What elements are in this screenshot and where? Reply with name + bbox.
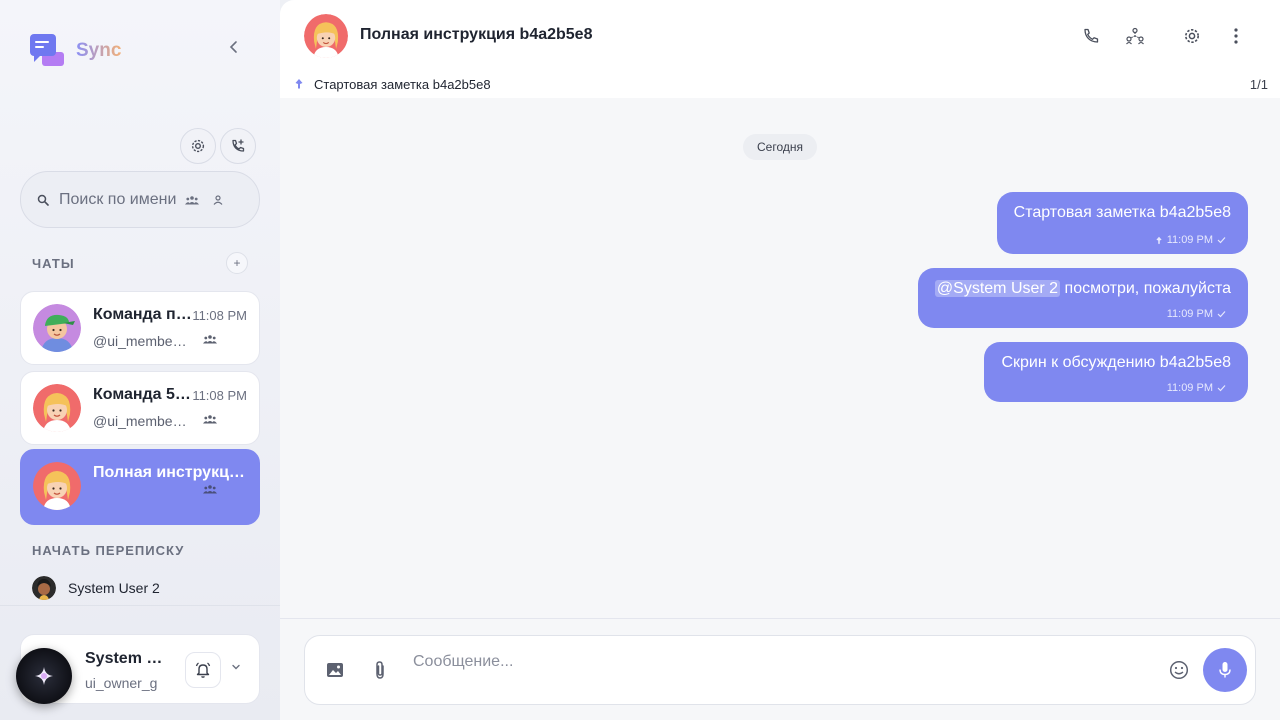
chevron-left-icon bbox=[229, 41, 237, 53]
pinned-message-bar[interactable]: Стартовая заметка b4a2b5e8 1/1 bbox=[280, 72, 1280, 98]
check-icon bbox=[1217, 237, 1226, 244]
assistant-orb-button[interactable] bbox=[16, 648, 72, 704]
chat-item[interactable]: Команда 5b4a2 11:08 PM @ui_member_b bbox=[20, 371, 260, 445]
check-icon bbox=[1217, 385, 1226, 392]
emoji-button[interactable] bbox=[1167, 658, 1191, 682]
profile-name: System User bbox=[85, 650, 173, 667]
start-user-item[interactable]: System User 2 bbox=[32, 576, 160, 600]
gear-icon bbox=[1185, 29, 1199, 43]
notifications-button[interactable] bbox=[185, 652, 221, 688]
message-text: @System User 2 посмотри, пожалуйста bbox=[934, 280, 1231, 298]
chat-time: 11:08 PM bbox=[192, 308, 247, 323]
message-list: Сегодня Стартовая заметка b4a2b5e8 11:09… bbox=[280, 98, 1280, 618]
composer-area bbox=[280, 618, 1280, 720]
message-bubble[interactable]: @System User 2 посмотри, пожалуйста 11:0… bbox=[917, 268, 1248, 328]
gear-icon bbox=[191, 139, 205, 153]
check-icon bbox=[1217, 311, 1226, 318]
new-call-button[interactable] bbox=[220, 128, 256, 164]
date-separator: Сегодня bbox=[743, 134, 817, 160]
group-chat-icon bbox=[203, 485, 217, 494]
sidebar-divider bbox=[0, 605, 280, 606]
more-options-button[interactable] bbox=[1224, 24, 1248, 48]
image-icon bbox=[327, 663, 343, 677]
user-mention[interactable]: @System User 2 bbox=[934, 280, 1061, 297]
network-users-icon bbox=[1126, 27, 1144, 45]
chat-name: Команда 5b4a2 bbox=[93, 386, 193, 403]
brand-name: Sync bbox=[76, 40, 122, 61]
phone-plus-icon bbox=[232, 139, 245, 152]
call-button[interactable] bbox=[1079, 24, 1103, 48]
chevron-down-icon bbox=[232, 664, 240, 670]
message-bubble[interactable]: Скрин к обсуждению b4a2b5e8 11:09 PM bbox=[984, 342, 1248, 402]
chat-last-sender: @ui_member_b bbox=[93, 413, 191, 429]
kebab-menu-icon bbox=[1234, 28, 1238, 44]
user-filter-icon[interactable] bbox=[213, 194, 223, 205]
members-button[interactable] bbox=[1123, 24, 1147, 48]
start-user-name: System User 2 bbox=[68, 580, 160, 596]
message-bubble[interactable]: Стартовая заметка b4a2b5e8 11:09 PM bbox=[996, 192, 1248, 254]
chat-name: Полная инструкция b4a2b5e8 bbox=[93, 464, 249, 481]
voice-record-button[interactable] bbox=[1203, 648, 1247, 692]
message-text: Стартовая заметка b4a2b5e8 bbox=[1013, 204, 1231, 221]
sidebar: Sync ЧАТЫ + Команда проекта 11:08 PM @ui… bbox=[0, 0, 280, 720]
chat-time: 11:08 PM bbox=[192, 388, 247, 403]
sparkle-icon bbox=[35, 667, 53, 685]
message-composer bbox=[304, 635, 1256, 705]
search-input[interactable] bbox=[59, 190, 177, 209]
pinned-count: 1/1 bbox=[1249, 77, 1268, 92]
bell-icon bbox=[195, 662, 211, 678]
chats-section-label: ЧАТЫ bbox=[32, 256, 75, 271]
start-conversation-label: НАЧАТЬ ПЕРЕПИСКУ bbox=[32, 543, 185, 558]
search-icon bbox=[37, 194, 49, 206]
profile-menu-button[interactable] bbox=[231, 661, 241, 675]
smiley-icon bbox=[1169, 660, 1189, 680]
chat-panel: Полная инструкция b4a2b5e8 Стартовая зам… bbox=[280, 0, 1280, 720]
pin-icon bbox=[295, 79, 303, 89]
chat-header: Полная инструкция b4a2b5e8 bbox=[280, 0, 1280, 72]
message-time: 11:09 PM bbox=[1166, 382, 1213, 394]
microphone-icon bbox=[1219, 662, 1231, 678]
search-box[interactable] bbox=[20, 171, 260, 228]
pinned-icon bbox=[1156, 236, 1162, 244]
girl-blonde-avatar bbox=[33, 462, 81, 510]
chat-logo-icon bbox=[30, 34, 64, 68]
add-chat-button[interactable]: + bbox=[226, 252, 248, 274]
chat-name: Команда проекта bbox=[93, 306, 193, 323]
brand[interactable]: Sync bbox=[30, 34, 121, 68]
profile-username: ui_owner_g bbox=[85, 675, 158, 691]
chat-title: Полная инструкция b4a2b5e8 bbox=[360, 26, 593, 43]
chat-item[interactable]: Команда проекта 11:08 PM @ui_member_a bbox=[20, 291, 260, 365]
chat-item-active[interactable]: Полная инструкция b4a2b5e8 bbox=[20, 449, 260, 525]
message-time: 11:09 PM bbox=[1166, 308, 1213, 320]
pinned-message-text: Стартовая заметка b4a2b5e8 bbox=[314, 77, 491, 92]
message-input[interactable] bbox=[413, 650, 1053, 674]
group-chat-icon bbox=[203, 415, 217, 424]
settings-button[interactable] bbox=[180, 128, 216, 164]
girl-blonde-avatar[interactable] bbox=[304, 14, 348, 58]
chat-last-sender: @ui_member_a bbox=[93, 333, 191, 349]
boy-green-cap-avatar bbox=[33, 304, 81, 352]
phone-icon bbox=[1084, 28, 1099, 43]
file-attach-button[interactable] bbox=[368, 658, 392, 682]
paperclip-icon bbox=[376, 661, 384, 679]
group-filter-icon[interactable] bbox=[185, 195, 199, 205]
chat-settings-button[interactable] bbox=[1180, 24, 1204, 48]
image-attach-button[interactable] bbox=[323, 658, 347, 682]
message-time: 11:09 PM bbox=[1166, 234, 1213, 246]
collapse-sidebar-button[interactable] bbox=[224, 40, 244, 60]
group-chat-icon bbox=[203, 335, 217, 344]
message-text: Скрин к обсуждению b4a2b5e8 bbox=[1001, 354, 1231, 371]
message-text-body: посмотри, пожалуйста bbox=[1060, 280, 1231, 297]
girl-blonde-avatar bbox=[33, 384, 81, 432]
dark-hair-avatar bbox=[32, 576, 56, 600]
